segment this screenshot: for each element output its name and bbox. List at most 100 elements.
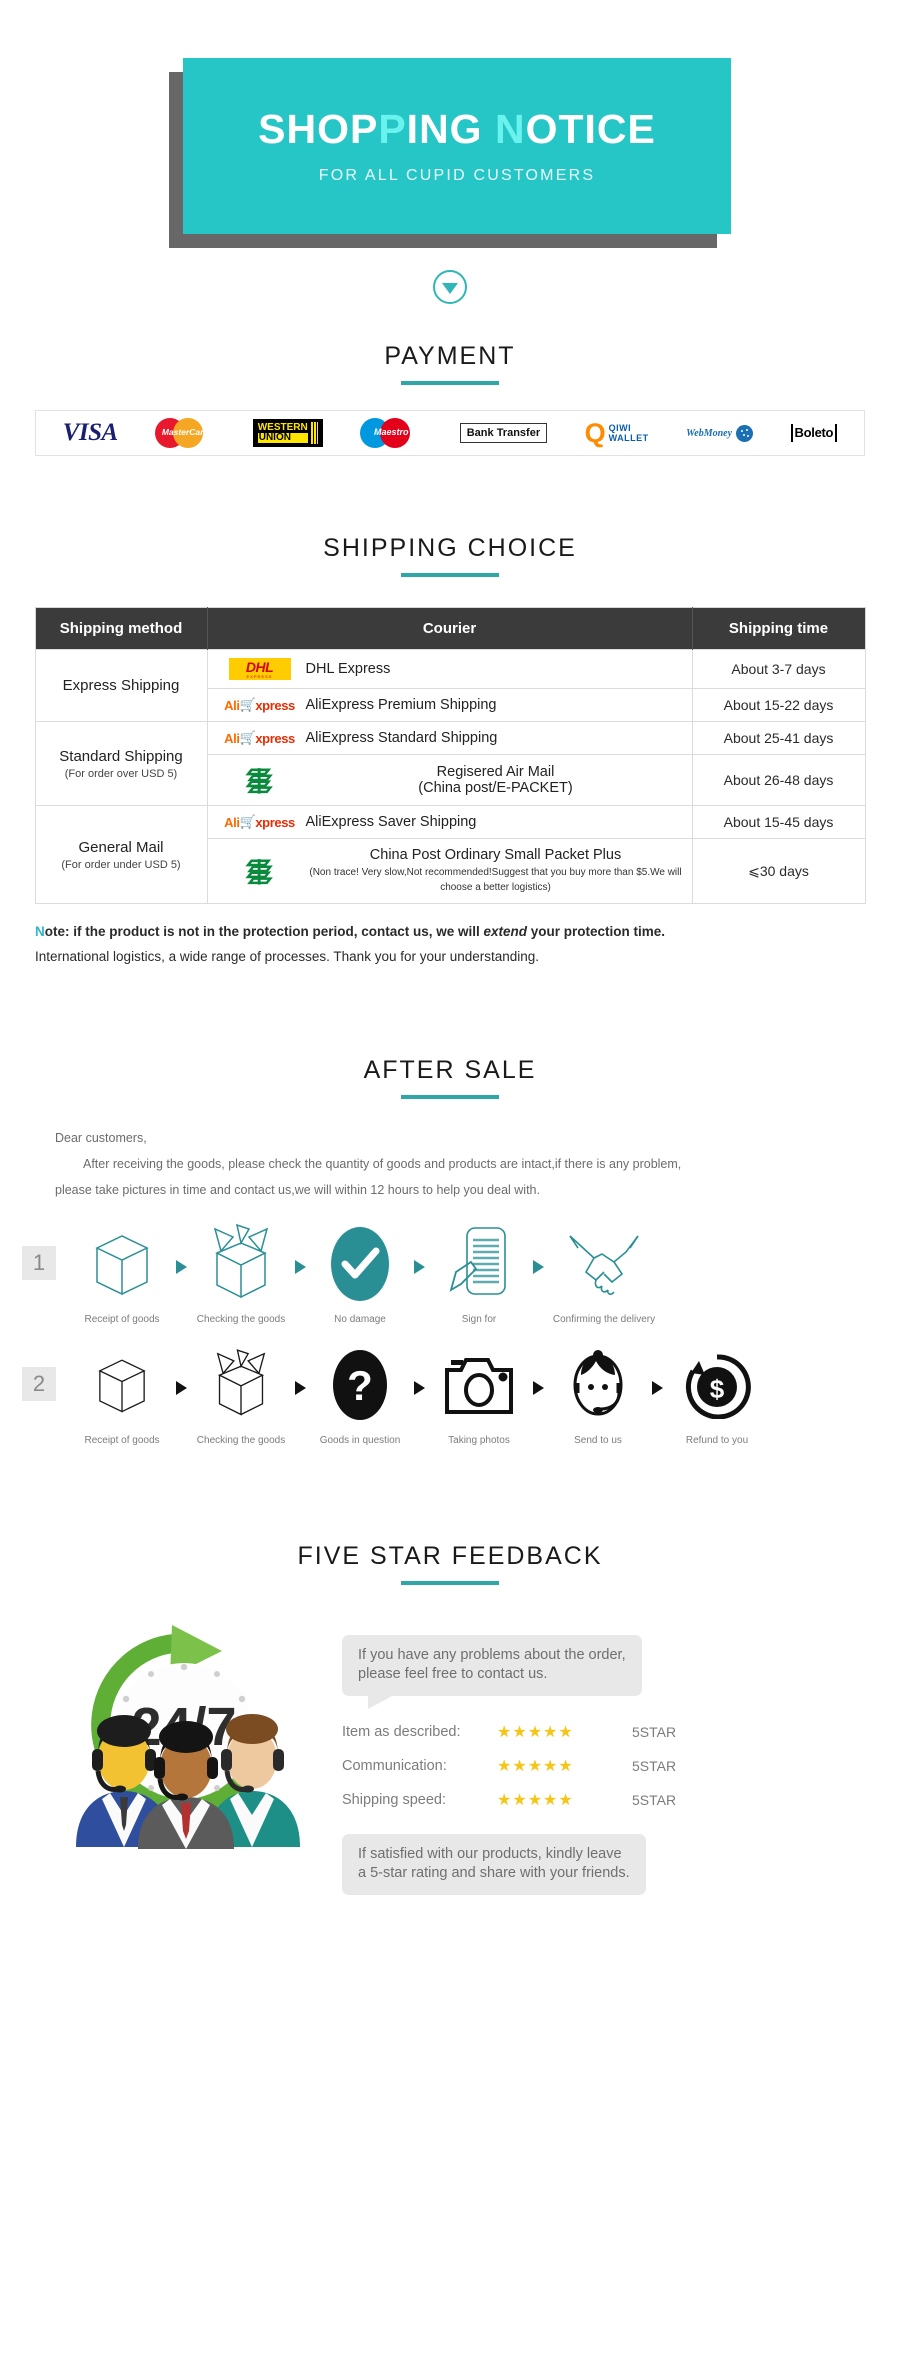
courier-name: Regisered Air Mail bbox=[436, 764, 555, 780]
rating-row: Shipping speed: ★★★★★ 5STAR bbox=[342, 1790, 874, 1810]
western-union-logo: WESTERN UNION bbox=[252, 416, 323, 450]
aliexpress-logo: Ali 🛒 xpress bbox=[224, 697, 295, 713]
chevron-down-icon bbox=[433, 270, 467, 304]
flow-step-label: Send to us bbox=[574, 1434, 622, 1446]
flow-step-label: Goods in question bbox=[319, 1434, 401, 1446]
mastercard-label: MasterCard bbox=[161, 427, 209, 437]
contact-bubble: If you have any problems about the order… bbox=[342, 1634, 642, 1709]
shipping-note: Note: if the product is not in the prote… bbox=[35, 920, 865, 970]
hero-title-part: OTICE bbox=[525, 106, 656, 153]
method-cell: Express Shipping bbox=[34, 649, 208, 722]
flow-step: $ Refund to you bbox=[665, 1343, 769, 1446]
header-courier: Courier bbox=[207, 607, 693, 650]
rating-value: 5STAR bbox=[632, 1791, 677, 1808]
flow-step: No damage bbox=[308, 1222, 412, 1325]
boleto-logo: Boleto bbox=[790, 416, 838, 450]
china-post-icon bbox=[244, 859, 273, 885]
svg-text:?: ? bbox=[347, 1362, 373, 1409]
qiwi-label-1: QIWI bbox=[608, 423, 632, 433]
shipping-section: SHIPPING CHOICE Shipping method Courier … bbox=[0, 534, 900, 970]
flow-step-number: 1 bbox=[22, 1245, 56, 1280]
hero-banner: SHOPPING NOTICE FOR ALL CUPID CUSTOMERS bbox=[0, 0, 900, 248]
contact-bubble-line2: please feel free to contact us. bbox=[358, 1666, 548, 1683]
handshake-icon bbox=[564, 1222, 644, 1306]
courier-cell: Ali 🛒 xpress AliExpress Saver Shipping bbox=[206, 805, 693, 839]
table-row: Express Shipping DHL EXPRESS DHL Express … bbox=[34, 649, 866, 722]
arrow-right-icon bbox=[414, 1380, 425, 1395]
note-prefix: N bbox=[35, 924, 45, 939]
aliexpress-logo: Ali 🛒 xpress bbox=[224, 814, 295, 830]
arrow-right-icon bbox=[176, 1380, 187, 1395]
svg-text:$: $ bbox=[710, 1374, 725, 1404]
flow-step: Receipt of goods bbox=[70, 1343, 174, 1446]
time-cell: About 15-45 days bbox=[691, 805, 866, 839]
courier-name: China Post Ordinary Small Packet Plus bbox=[369, 847, 622, 863]
table-row: Standard Shipping (For order over USD 5)… bbox=[34, 721, 866, 806]
time-cell: ⩽30 days bbox=[691, 838, 866, 904]
arrow-right-icon bbox=[533, 1259, 544, 1274]
western-union-label-2: UNION bbox=[257, 433, 308, 443]
flow-step-label: Refund to you bbox=[685, 1434, 749, 1446]
mastercard-logo: MasterCard bbox=[155, 416, 215, 450]
contact-bubble-line1: If you have any problems about the order… bbox=[358, 1646, 626, 1663]
rating-value: 5STAR bbox=[632, 1723, 677, 1740]
courier-cell: China Post Ordinary Small Packet Plus (N… bbox=[206, 838, 693, 904]
rating-request-line1: If satisfied with our products, kindly l… bbox=[358, 1845, 622, 1862]
header-shipping-method: Shipping method bbox=[35, 607, 208, 650]
boleto-label: Boleto bbox=[794, 425, 834, 440]
courier-cell: Ali 🛒 xpress AliExpress Standard Shipping bbox=[206, 721, 693, 755]
rating-label: Shipping speed: bbox=[342, 1791, 446, 1808]
flow-step-label: Taking photos bbox=[448, 1434, 510, 1446]
scroll-down-indicator[interactable] bbox=[0, 270, 900, 304]
courier-subtext: (China post/E-PACKET) bbox=[418, 780, 573, 796]
after-sale-title: AFTER SALE bbox=[363, 1055, 537, 1084]
section-underline bbox=[401, 573, 499, 577]
flow-step: Checking the goods bbox=[189, 1222, 293, 1325]
shipping-title: SHIPPING CHOICE bbox=[323, 534, 577, 562]
after-sale-paragraph: After receiving the goods, please check … bbox=[83, 1157, 682, 1172]
china-post-logo bbox=[214, 763, 306, 797]
rating-label: Communication: bbox=[342, 1757, 447, 1774]
flow-step: Send to us bbox=[546, 1343, 650, 1446]
bank-transfer-logo: Bank Transfer bbox=[459, 416, 548, 450]
shopping-notice-page: SHOPPING NOTICE FOR ALL CUPID CUSTOMERS … bbox=[0, 0, 900, 2375]
feedback-title: FIVE STAR FEEDBACK bbox=[297, 1541, 603, 1570]
payment-methods-bar: VISA MasterCard WESTERN UNION Maestro Ba… bbox=[35, 410, 865, 456]
note-line1-italic: extend bbox=[483, 924, 528, 939]
section-underline bbox=[401, 1094, 499, 1099]
section-underline bbox=[401, 1580, 499, 1585]
rating-row: Communication: ★★★★★ 5STAR bbox=[342, 1756, 874, 1776]
time-cell: About 3-7 days bbox=[691, 649, 866, 689]
payment-section: PAYMENT VISA MasterCard WESTERN UNION Ma… bbox=[0, 342, 900, 456]
note-line1-b: your protection time. bbox=[527, 924, 666, 939]
time-cell: About 15-22 days bbox=[691, 688, 866, 722]
flow-step-number: 2 bbox=[22, 1366, 56, 1401]
bank-transfer-label: Bank Transfer bbox=[459, 423, 548, 443]
flow-step-label: Checking the goods bbox=[196, 1313, 286, 1325]
courier-name-block: Regisered Air Mail (China post/E-PACKET) bbox=[306, 764, 686, 796]
question-circle-icon: ? bbox=[331, 1343, 389, 1427]
shipping-table: Shipping method Courier Shipping time Ex… bbox=[34, 607, 866, 904]
arrow-right-icon bbox=[652, 1380, 663, 1395]
hero-box: SHOPPING NOTICE FOR ALL CUPID CUSTOMERS bbox=[183, 58, 731, 234]
qiwi-wallet-logo: Q QIWI WALLET bbox=[584, 418, 649, 448]
arrow-right-icon bbox=[176, 1259, 187, 1274]
after-sale-flow-2: 2 Receipt of goods Checking the goods ? … bbox=[0, 1343, 900, 1446]
after-sale-flow-1: 1 Receipt of goods Checking the goods No… bbox=[0, 1222, 900, 1325]
webmoney-globe-icon bbox=[736, 424, 754, 442]
webmoney-label: WebMoney bbox=[686, 427, 733, 439]
china-post-icon bbox=[244, 768, 273, 794]
time-cell: About 25-41 days bbox=[691, 721, 866, 755]
qiwi-label-2: WALLET bbox=[608, 433, 649, 443]
box-icon bbox=[91, 1343, 153, 1427]
flow-step-label: Confirming the delivery bbox=[552, 1313, 656, 1325]
rating-request-bubble: If satisfied with our products, kindly l… bbox=[342, 1833, 646, 1895]
after-sale-section: AFTER SALE Dear customers, After receivi… bbox=[0, 1056, 900, 1446]
courier-name: AliExpress Premium Shipping bbox=[305, 697, 497, 713]
star-rating-icon: ★★★★★ bbox=[497, 1723, 574, 1741]
hero-subtitle: FOR ALL CUPID CUSTOMERS bbox=[318, 166, 596, 184]
method-cell: General Mail (For order under USD 5) bbox=[34, 805, 208, 904]
dhl-logo: DHL EXPRESS bbox=[214, 658, 306, 680]
courier-name-block: China Post Ordinary Small Packet Plus (N… bbox=[306, 847, 686, 895]
feedback-section: FIVE STAR FEEDBACK If you have any probl… bbox=[0, 1542, 900, 1895]
